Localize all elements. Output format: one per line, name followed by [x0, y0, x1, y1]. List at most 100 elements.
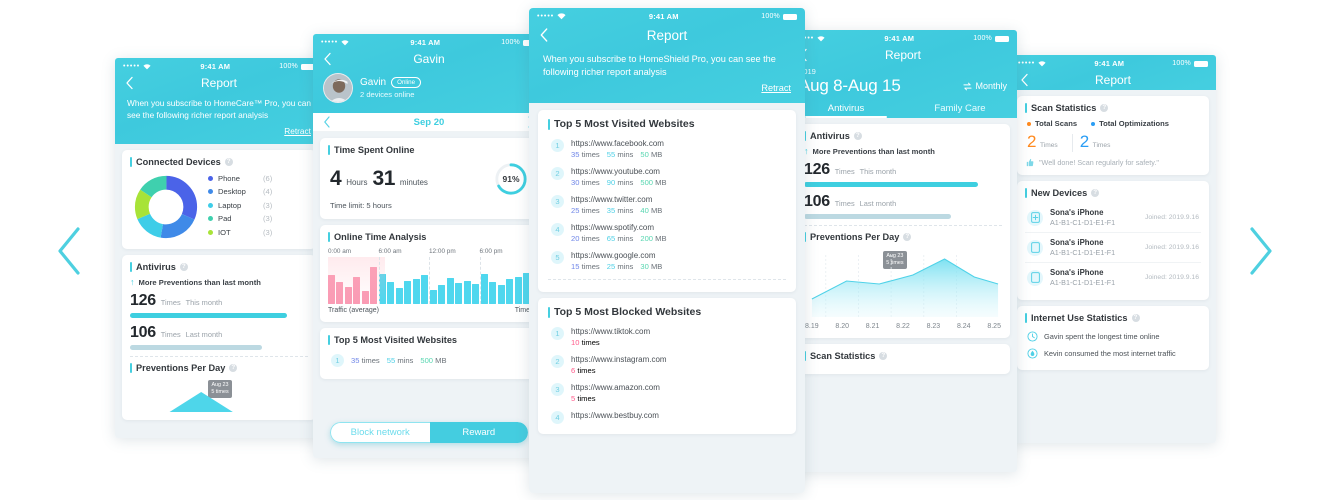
- p4-this-month-bar: [804, 182, 979, 187]
- internet-use-statistics-card: Internet Use Statistics ? Gavin spent th…: [1017, 306, 1209, 370]
- phone-icon: [1027, 269, 1043, 286]
- list-item[interactable]: 3 https://www.twitter.com 25 times 35 mi…: [548, 191, 786, 219]
- most-blocked-card: Top 5 Most Blocked Websites 1 https://ww…: [538, 298, 796, 435]
- signal-dots-icon: •••••: [321, 39, 339, 46]
- p4-scan-statistics-title: Scan Statistics ?: [804, 351, 1002, 361]
- p4-title: Report: [884, 48, 922, 62]
- list-item[interactable]: 5 https://www.google.com 15 times 25 min…: [548, 247, 786, 275]
- help-icon[interactable]: ?: [1100, 104, 1109, 112]
- block-network-button[interactable]: Block network: [330, 422, 430, 443]
- battery-percent: 100%: [279, 63, 298, 70]
- phone-screen-4-weekly-report: ••••• 9:41 AM 100% Report 2019 Aug 8-Aug…: [789, 30, 1017, 472]
- internet-use-statistics-title: Internet Use Statistics ?: [1025, 313, 1201, 323]
- legend-item: Phone (6): [208, 174, 272, 183]
- list-item[interactable]: 4 https://www.spotify.com 20 times 65 mi…: [548, 219, 786, 247]
- battery-percent: 100%: [973, 35, 992, 42]
- list-item[interactable]: 1 https://www.facebook.com 35 times 55 m…: [548, 135, 786, 163]
- back-button[interactable]: [124, 76, 135, 91]
- back-button[interactable]: [1019, 73, 1030, 88]
- list-item[interactable]: Sona's iPhone A1-B1-C1-D1-E1-F1 Joined: …: [1025, 203, 1201, 233]
- most-visited-title: Top 5 Most Visited Websites: [548, 118, 786, 130]
- list-item[interactable]: 3 https://www.amazon.com 5 times: [548, 379, 786, 407]
- reward-button[interactable]: Reward: [429, 422, 528, 443]
- p5-statusbar: ••••• 9:41 AM 100%: [1010, 55, 1216, 70]
- battery-percent: 100%: [1172, 60, 1191, 67]
- back-button[interactable]: [322, 52, 333, 67]
- signal-dots-icon: •••••: [1018, 60, 1036, 67]
- p4-tabs: Antivirus Family Care: [789, 96, 1017, 118]
- list-item[interactable]: 2 https://www.instagram.com 6 times: [548, 351, 786, 379]
- tab-family-care[interactable]: Family Care: [903, 103, 1017, 118]
- bar-chart-footer: Traffic (average) Time: [328, 307, 530, 314]
- p2-profile[interactable]: Gavin Online 2 devices online: [313, 69, 545, 113]
- connected-devices-card: Connected Devices ? Phone (6) Desktop (4): [122, 149, 316, 250]
- p2-navbar: Gavin: [313, 49, 545, 69]
- statusbar-time: 9:41 AM: [648, 12, 679, 21]
- most-visited-card: Top 5 Most Visited Websites 1 https://ww…: [538, 110, 796, 293]
- connected-devices-donut-chart: [134, 176, 198, 239]
- help-icon[interactable]: ?: [229, 364, 238, 373]
- p5-title: Report: [1094, 73, 1132, 87]
- p1-navbar: Report: [115, 73, 323, 93]
- help-icon[interactable]: ?: [853, 132, 862, 140]
- scan-statistics-card: Scan Statistics ? Total Scans Total Opti…: [1017, 96, 1209, 175]
- date-prev-button[interactable]: [323, 116, 331, 128]
- p2-devices-online: 2 devices online: [360, 90, 415, 99]
- p1-antivirus-card: Antivirus ? ↑ More Preventions than last…: [122, 255, 316, 421]
- statusbar-time: 9:41 AM: [884, 34, 915, 43]
- swap-icon: [963, 82, 973, 90]
- p4-preventions-title: Preventions Per Day ?: [804, 232, 1002, 242]
- help-icon[interactable]: ?: [1131, 314, 1140, 322]
- p1-header: ••••• 9:41 AM 100% Report When you subsc…: [115, 58, 323, 144]
- p1-last-month-row: 106 Times Last month: [130, 324, 223, 342]
- new-devices-title: New Devices ?: [1025, 188, 1201, 198]
- carousel-next-button[interactable]: [1243, 220, 1277, 282]
- help-icon[interactable]: ?: [179, 263, 188, 272]
- help-icon[interactable]: ?: [903, 233, 912, 241]
- time-limit-label: Time limit: 5 hours: [330, 201, 392, 210]
- p2-statusbar: ••••• 9:41 AM 100%: [313, 34, 545, 49]
- phone-add-icon: [1027, 209, 1043, 226]
- p1-antivirus-subtitle: ↑ More Preventions than last month: [130, 277, 261, 288]
- p2-datebar: Sep 20: [313, 113, 545, 132]
- scan-legend: Total Scans Total Optimizations: [1025, 118, 1201, 131]
- p3-retract-link[interactable]: Retract: [529, 83, 805, 103]
- p2-header: ••••• 9:41 AM 100% Gavin Gavin Online 2 …: [313, 34, 545, 113]
- help-icon[interactable]: ?: [879, 352, 888, 360]
- list-item[interactable]: 2 https://www.youtube.com 30 times 90 mi…: [548, 163, 786, 191]
- list-item[interactable]: 1 35 times 55 mins 500 MB: [328, 350, 530, 371]
- list-item[interactable]: Sona's iPhone A1-B1-C1-D1-E1-F1 Joined: …: [1025, 233, 1201, 263]
- p4-last-month-bar: [804, 214, 951, 219]
- total-optimizations-value: 2 Times: [1079, 132, 1111, 151]
- avatar: [323, 73, 353, 103]
- time-limit-ring-gauge: 91%: [494, 162, 528, 196]
- chevron-left-icon: [58, 227, 80, 275]
- p2-body: Time Spent Online 4 Hours 31 minutes 91%…: [313, 132, 545, 458]
- statusbar-time: 9:41 AM: [1094, 59, 1125, 68]
- wifi-icon: [143, 63, 151, 69]
- back-button[interactable]: [538, 27, 550, 44]
- status-badge: Online: [391, 77, 422, 88]
- online-time-analysis-card: Online Time Analysis 0:00 am 6:00 am 12:…: [320, 225, 538, 322]
- help-icon[interactable]: ?: [1091, 189, 1100, 197]
- p4-antivirus-title: Antivirus ?: [804, 131, 1002, 141]
- list-item[interactable]: Sona's iPhone A1-B1-C1-D1-E1-F1 Joined: …: [1025, 263, 1201, 292]
- carousel-prev-button[interactable]: [52, 220, 86, 282]
- arrow-up-icon: ↑: [130, 277, 135, 288]
- list-item: Kevin consumed the most internet traffic: [1025, 345, 1201, 362]
- list-item[interactable]: 1 https://www.tiktok.com 10 times: [548, 323, 786, 351]
- p2-selected-date: Sep 20: [413, 116, 445, 128]
- p1-retract-link[interactable]: Retract: [115, 126, 323, 144]
- tab-antivirus[interactable]: Antivirus: [789, 103, 903, 118]
- p4-antivirus-subtitle: ↑ More Preventions than last month: [804, 146, 935, 156]
- legend-item: Laptop (3): [208, 201, 272, 210]
- clock-icon: [1027, 331, 1038, 342]
- droplet-icon: [1027, 348, 1038, 359]
- p4-statusbar: ••••• 9:41 AM 100%: [789, 30, 1017, 45]
- wifi-icon: [1038, 60, 1046, 66]
- list-item[interactable]: 4 https://www.bestbuy.com: [548, 407, 786, 428]
- phone-screen-3-report-detail: ••••• 9:41 AM 100% Report When you subsc…: [529, 8, 805, 493]
- p5-navbar: Report: [1010, 70, 1216, 90]
- p4-monthly-toggle[interactable]: Monthly: [963, 81, 1007, 91]
- help-icon[interactable]: ?: [224, 157, 233, 166]
